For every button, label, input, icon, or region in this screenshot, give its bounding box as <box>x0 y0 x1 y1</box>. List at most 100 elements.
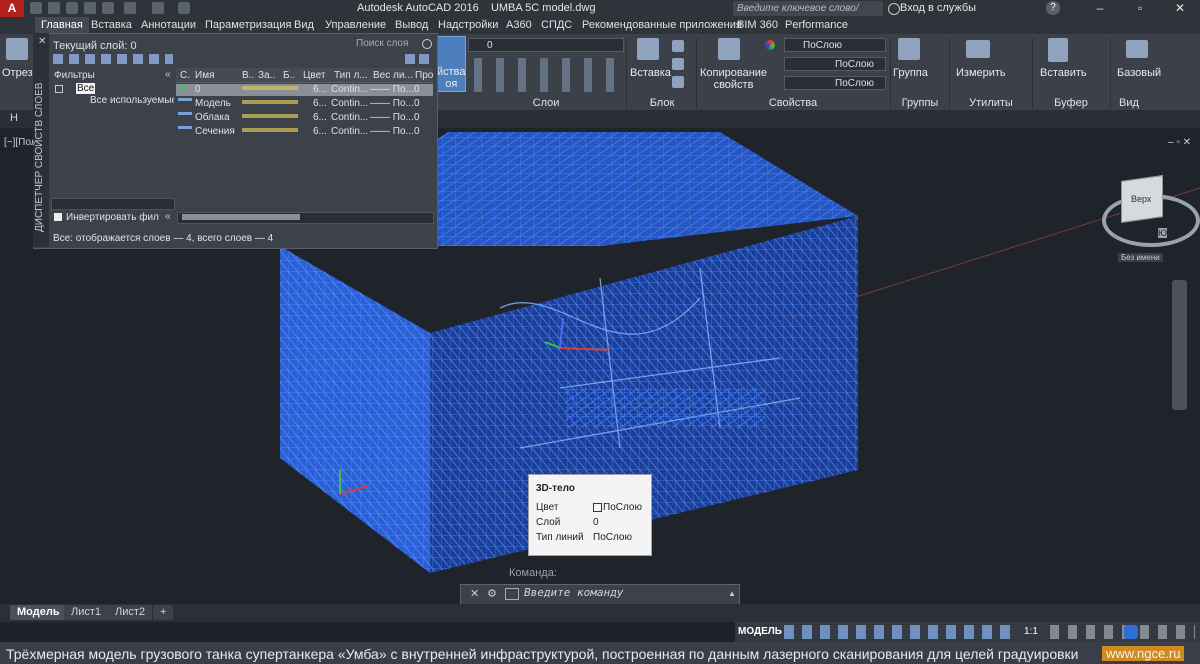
close-command-icon[interactable]: ✕ <box>470 587 479 600</box>
site-url[interactable]: www.ngce.ru <box>1102 646 1185 661</box>
col-transparency[interactable]: Про <box>415 70 433 81</box>
layer-color[interactable]: 6... <box>313 84 327 95</box>
table-row[interactable]: Сечения 6... Contin... —— По... 0 <box>176 126 433 138</box>
col-status[interactable]: С. <box>180 70 190 81</box>
open-file-icon[interactable] <box>48 2 60 14</box>
col-lineweight[interactable]: Вес ли... <box>373 70 413 81</box>
lineweight-combo[interactable]: ПоСлою <box>784 76 886 90</box>
layer-plot[interactable]: 0 <box>414 126 420 137</box>
tab-bim360[interactable]: BIM 360 <box>731 17 784 34</box>
layer-color[interactable]: 6... <box>313 112 327 123</box>
block-panel-title[interactable]: Блок <box>630 96 694 110</box>
layer-lineweight[interactable]: —— По... <box>370 84 414 95</box>
paste-icon[interactable] <box>1048 38 1068 62</box>
filter-all[interactable]: Все <box>76 83 96 94</box>
utilities-panel-title[interactable]: Утилиты <box>952 96 1030 110</box>
color-wheel-icon[interactable] <box>765 40 775 50</box>
tab-model[interactable]: Модель <box>10 605 67 620</box>
tab-performance[interactable]: Performance <box>779 17 854 34</box>
drafting-toggles-icons[interactable] <box>784 625 1014 639</box>
print-icon[interactable] <box>102 2 114 14</box>
tab-manage[interactable]: Управление <box>319 17 392 34</box>
layer-linetype[interactable]: Contin... <box>331 126 368 137</box>
linetype-combo[interactable]: ПоСлою <box>784 57 886 71</box>
compass-south-label[interactable]: Ю <box>1158 228 1168 238</box>
model-space-button[interactable]: МОДЕЛЬ <box>738 626 782 637</box>
copy-properties-label[interactable]: Копирование свойств <box>700 67 767 91</box>
layers-panel-title[interactable]: Слои <box>468 96 624 110</box>
measure-label[interactable]: Измерить <box>956 67 1006 79</box>
sign-in-button[interactable]: Вход в службы <box>900 2 976 14</box>
filter-used-layers[interactable]: Все используемые слои <box>90 95 174 106</box>
tab-annotate[interactable]: Аннотации <box>135 17 202 34</box>
collapse-icon[interactable]: « <box>165 211 171 222</box>
layer-lineweight[interactable]: —— По... <box>370 126 414 137</box>
tab-view[interactable]: Вид <box>288 17 320 34</box>
viewport-window-controls[interactable]: – ▫ ✕ <box>1168 137 1191 148</box>
command-history-toggle-icon[interactable]: ▲ <box>728 589 736 598</box>
scrollbar-thumb[interactable] <box>182 214 300 220</box>
search-icon[interactable] <box>888 3 900 15</box>
command-input[interactable]: Введите команду <box>524 586 724 601</box>
base-label[interactable]: Базовый <box>1117 67 1161 79</box>
viewcube-face-label[interactable]: Верх <box>1131 194 1151 204</box>
invert-filter-checkbox[interactable] <box>54 213 62 221</box>
col-name[interactable]: Имя <box>195 70 214 81</box>
minimize-icon[interactable]: – <box>1080 0 1120 17</box>
color-combo[interactable]: ПоСлою <box>784 38 886 52</box>
tab-spds[interactable]: СПДС <box>535 17 578 34</box>
palette-close-icon[interactable]: ✕ <box>38 36 46 47</box>
viewport-controls-label[interactable]: [−][Пол <box>4 137 37 148</box>
status-tools-icons[interactable] <box>1050 625 1195 639</box>
table-row[interactable]: Модель 6... Contin... —— По... 0 <box>176 98 433 110</box>
command-prompt-icon[interactable] <box>505 588 519 600</box>
tab-home[interactable]: Главная <box>35 17 89 34</box>
tab-insert[interactable]: Вставка <box>85 17 138 34</box>
autocad-logo-icon[interactable]: A <box>0 0 24 17</box>
layer-tools-icon-grid[interactable] <box>468 58 624 92</box>
layer-lineweight[interactable]: —— По... <box>370 98 414 109</box>
layer-lineweight[interactable]: —— По... <box>370 112 414 123</box>
tab-output[interactable]: Вывод <box>389 17 434 34</box>
search-icon[interactable] <box>422 39 432 49</box>
layer-color[interactable]: 6... <box>313 126 327 137</box>
block-attr-icon[interactable] <box>672 76 684 88</box>
annotation-scale[interactable]: 1:1 <box>1024 626 1038 637</box>
layer-color[interactable]: 6... <box>313 98 327 109</box>
group-label[interactable]: Группа <box>893 67 928 79</box>
col-on[interactable]: В.. <box>242 70 254 81</box>
maximize-icon[interactable]: ▫ <box>1120 0 1160 17</box>
tab-a360[interactable]: A360 <box>500 17 538 34</box>
edit-block-icon[interactable] <box>672 58 684 70</box>
match-properties-icon[interactable] <box>718 38 740 60</box>
tab-addins[interactable]: Надстройки <box>432 17 504 34</box>
paste-label[interactable]: Вставить <box>1040 67 1087 79</box>
layer-plot[interactable]: 0 <box>414 112 420 123</box>
table-row[interactable]: Облака 6... Contin... —— По... 0 <box>176 112 433 124</box>
table-row[interactable]: 0 6... Contin... —— По... 0 <box>176 84 433 96</box>
properties-panel-title[interactable]: Свойства <box>700 96 886 110</box>
quick-access-dropdown-icon[interactable] <box>178 2 190 14</box>
layer-linetype[interactable]: Contin... <box>331 98 368 109</box>
navigation-bar[interactable] <box>1172 280 1187 410</box>
tab-layout2[interactable]: Лист2 <box>108 605 153 620</box>
layer-search-input[interactable]: Поиск слоя <box>356 38 408 49</box>
tab-featured-apps[interactable]: Рекомендованные приложения <box>576 17 748 34</box>
line-tool-icon[interactable] <box>6 38 28 60</box>
groups-panel-title[interactable]: Группы <box>893 96 947 110</box>
col-color[interactable]: Цвет <box>303 70 325 81</box>
tab-parametric[interactable]: Параметризация <box>199 17 297 34</box>
close-icon[interactable]: ✕ <box>1160 0 1200 17</box>
keyword-search-input[interactable]: Введите ключевое слово/фразу <box>733 1 883 29</box>
collapse-filters-icon[interactable]: « <box>165 69 171 80</box>
save-as-icon[interactable] <box>84 2 96 14</box>
isolate-objects-icon[interactable] <box>1124 625 1138 639</box>
add-layout-button[interactable]: + <box>153 605 174 620</box>
view-panel-title[interactable]: Вид <box>1112 96 1146 110</box>
wcs-menu[interactable]: Без имени <box>1118 253 1163 262</box>
tree-expand-icon[interactable] <box>55 85 63 93</box>
layer-linetype[interactable]: Contin... <box>331 84 368 95</box>
undo-icon[interactable] <box>124 2 136 14</box>
create-block-icon[interactable] <box>672 40 684 52</box>
file-tab[interactable]: Н <box>10 112 18 124</box>
